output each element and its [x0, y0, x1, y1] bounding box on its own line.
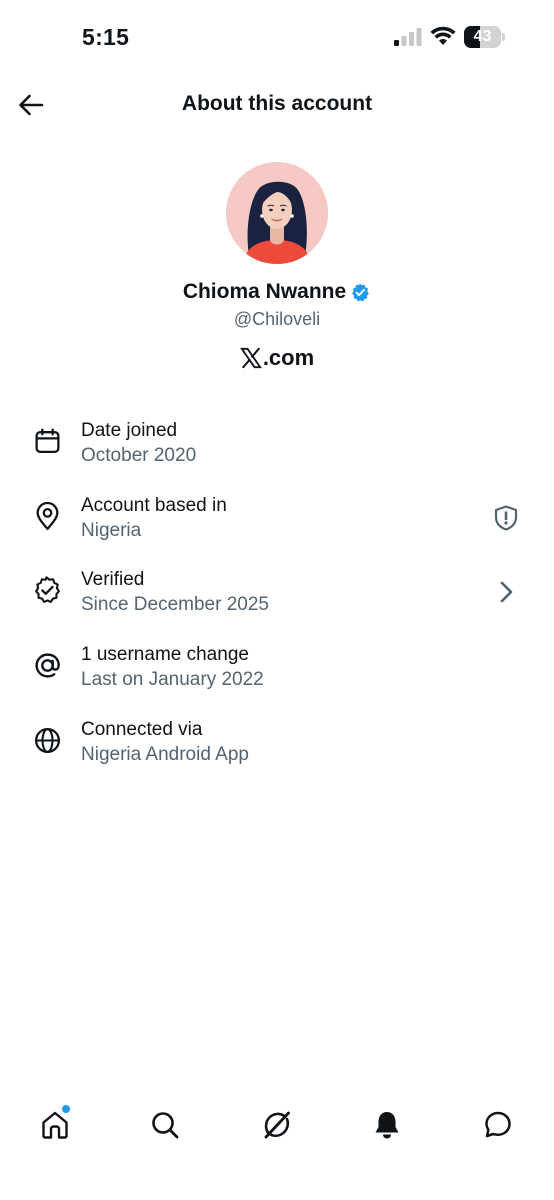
info-item-username-change: 1 username change Last on January 2022	[0, 634, 554, 709]
nav-home[interactable]	[38, 1105, 72, 1142]
verified-badge-outline-icon	[35, 576, 60, 604]
avatar-illustration	[226, 162, 328, 264]
battery-level: 43	[473, 28, 492, 45]
info-list: Date joined October 2020 Account based i…	[0, 410, 554, 783]
info-label: Connected via	[81, 718, 203, 740]
chevron-right-icon[interactable]	[492, 578, 520, 606]
info-label: Date joined	[81, 420, 178, 441]
home-icon	[42, 1111, 68, 1139]
info-value: October 2020	[81, 445, 197, 466]
nav-messages[interactable]	[481, 1108, 515, 1142]
bottom-nav	[0, 1100, 554, 1150]
status-time: 5:15	[82, 24, 130, 50]
nav-grok[interactable]	[260, 1108, 294, 1142]
handle: @Chiloveli	[233, 309, 321, 329]
globe-icon	[34, 727, 61, 753]
grok-icon	[264, 1111, 290, 1139]
name-row: Chioma Nwanne	[0, 280, 554, 304]
at-sign-icon	[35, 653, 60, 678]
location-pin-icon	[36, 501, 59, 530]
info-label: 1 username change	[81, 644, 249, 666]
info-value: Nigeria	[81, 519, 142, 541]
info-item-date-joined: Date joined October 2020	[0, 410, 554, 485]
wifi-icon	[430, 26, 456, 45]
nav-search[interactable]	[148, 1108, 182, 1142]
info-label: Verified	[81, 569, 145, 591]
notification-dot	[62, 1105, 70, 1113]
header: About this account	[0, 76, 554, 134]
bell-icon	[375, 1112, 399, 1139]
nav-notifications[interactable]	[370, 1108, 404, 1142]
status-bar: 5:15 43	[0, 0, 554, 76]
verified-badge-icon[interactable]	[350, 282, 371, 303]
shield-alert-icon[interactable]	[492, 504, 520, 532]
info-value: Since December 2025	[81, 594, 269, 616]
messages-icon	[485, 1111, 511, 1138]
page-title: About this account	[181, 92, 373, 115]
info-item-verified[interactable]: Verified Since December 2025	[0, 559, 554, 634]
info-label: Account based in	[81, 494, 227, 516]
info-value: Last on January 2022	[81, 669, 264, 691]
site-row: .com	[0, 345, 554, 371]
site-text: .com	[262, 345, 315, 370]
info-item-connected-via: Connected via Nigeria Android App	[0, 709, 554, 784]
calendar-icon	[35, 428, 60, 453]
cellular-signal-icon	[394, 28, 422, 46]
display-name: Chioma Nwanne	[182, 280, 347, 303]
search-icon	[152, 1112, 179, 1139]
info-item-account-based-in: Account based in Nigeria	[0, 485, 554, 560]
battery-indicator: 43	[464, 26, 506, 48]
info-value: Nigeria Android App	[81, 743, 249, 765]
x-logo-icon	[239, 347, 262, 369]
avatar[interactable]	[226, 162, 328, 264]
